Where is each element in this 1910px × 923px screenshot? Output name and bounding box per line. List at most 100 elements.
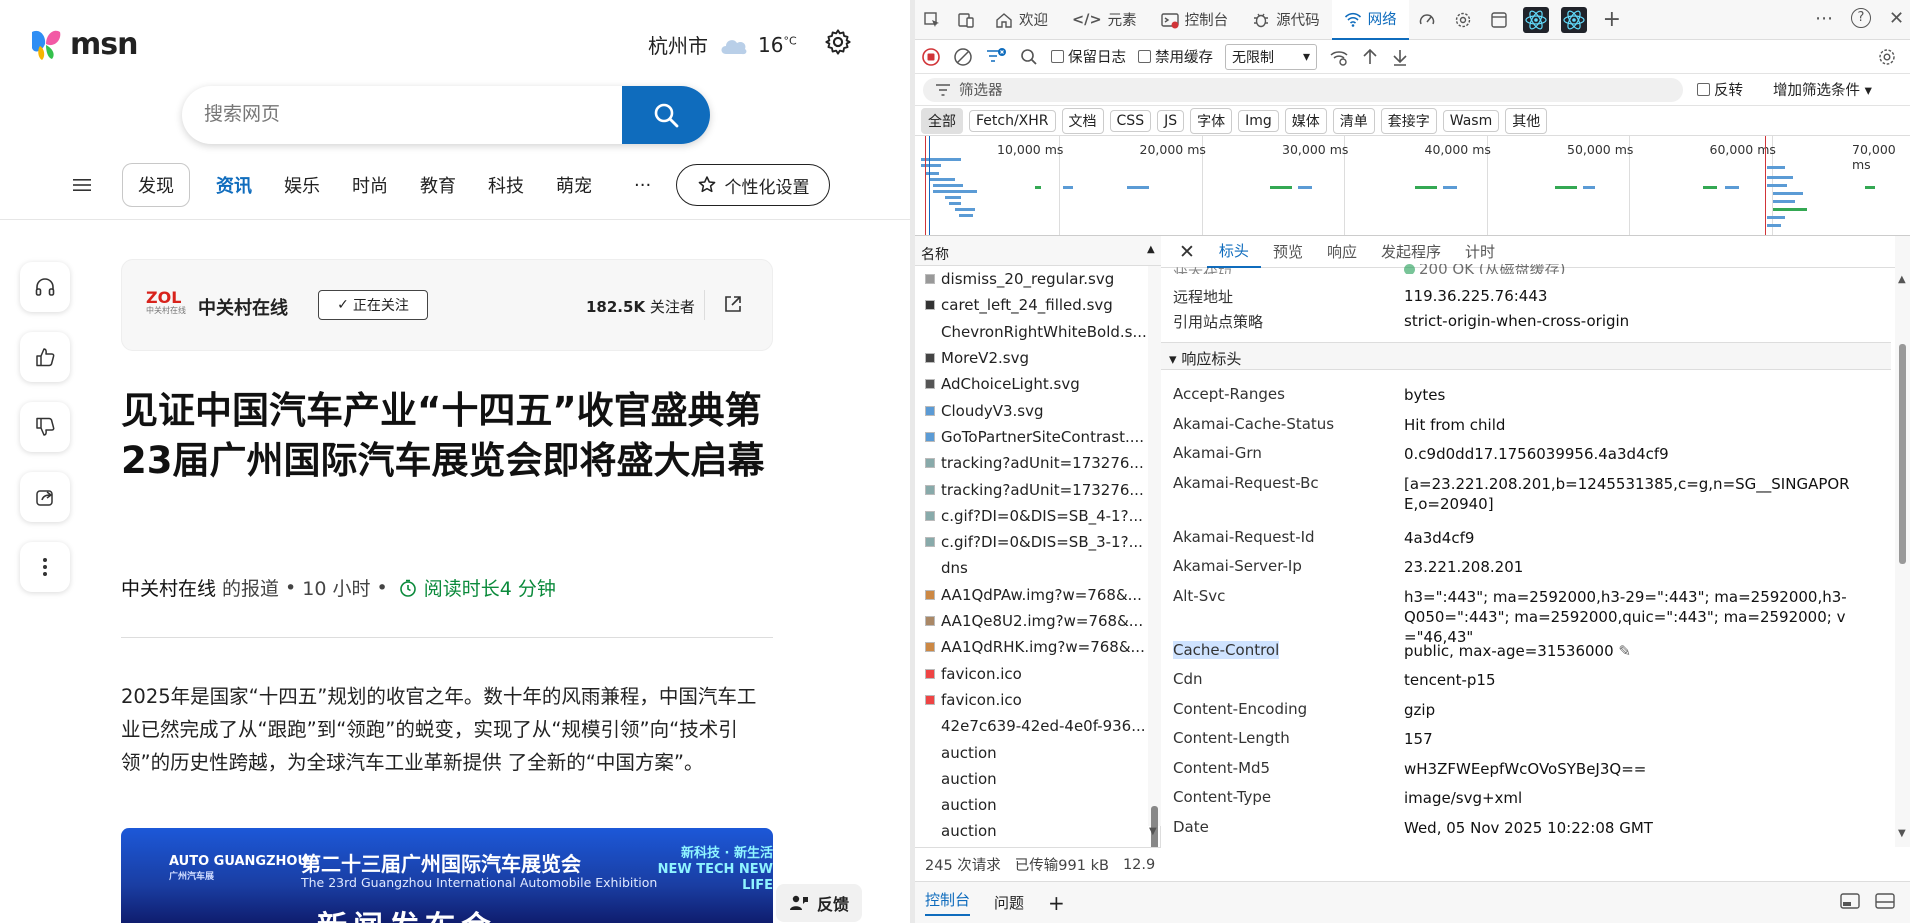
header-value[interactable]: tencent-p15 — [1404, 670, 1854, 690]
header-key[interactable]: Alt-Svc — [1173, 587, 1404, 647]
type-filter-manifest[interactable]: 清单 — [1332, 107, 1375, 134]
nav-item-pets[interactable]: 萌宠 — [556, 172, 592, 198]
settings-gear-icon[interactable] — [824, 28, 852, 56]
nav-discover[interactable]: 发现 — [122, 163, 190, 207]
detail-tab-response[interactable]: 响应 — [1315, 236, 1369, 268]
more-tools-icon[interactable]: ⋯ — [1815, 8, 1833, 29]
tab-react-profiler[interactable] — [1555, 0, 1593, 40]
search-button[interactable] — [622, 86, 710, 144]
weather-widget[interactable]: 杭州市 16°C — [648, 30, 797, 59]
request-row[interactable]: favicon.ico — [915, 687, 1147, 713]
scroll-down-icon[interactable]: ▼ — [1149, 826, 1157, 837]
throttling-select[interactable]: 无限制 ▾ — [1225, 43, 1317, 70]
nav-more-button[interactable]: ··· — [634, 175, 651, 196]
header-key[interactable]: Content-Type — [1173, 788, 1404, 808]
record-stop-icon[interactable] — [921, 47, 941, 67]
dock-side-icon[interactable] — [1840, 892, 1860, 914]
header-value[interactable]: public, max-age=31536000 ✎ — [1404, 641, 1854, 661]
filter-input[interactable]: 筛选器 — [923, 77, 1683, 102]
header-key[interactable]: Cache-Control — [1173, 641, 1404, 661]
header-value[interactable]: image/svg+xml — [1404, 788, 1854, 808]
header-value[interactable]: gzip — [1404, 700, 1854, 720]
header-key[interactable]: Content-Encoding — [1173, 700, 1404, 720]
drawer-add-tab-button[interactable]: + — [1048, 891, 1065, 915]
device-emulation-button[interactable] — [949, 0, 983, 40]
open-external-icon[interactable] — [722, 293, 744, 315]
like-button[interactable] — [20, 332, 70, 382]
tab-application[interactable] — [1481, 0, 1517, 40]
header-key[interactable]: Content-Length — [1173, 729, 1404, 749]
share-button[interactable] — [20, 472, 70, 522]
header-value[interactable]: Wed, 05 Nov 2025 10:22:08 GMT — [1404, 818, 1854, 838]
request-row[interactable]: caret_left_24_filled.svg — [915, 292, 1147, 318]
disable-cache-checkbox[interactable]: 禁用缓存 — [1138, 46, 1213, 67]
request-row[interactable]: MoreV2.svg — [915, 345, 1147, 371]
network-conditions-icon[interactable] — [1329, 47, 1349, 67]
header-value[interactable]: 0.c9d0dd17.1756039956.4a3d4cf9 — [1404, 444, 1854, 464]
request-row[interactable]: tracking?adUnit=173276... — [915, 450, 1147, 476]
header-value[interactable]: wH3ZFWEepfWcOVoSYBeJ3Q== — [1404, 759, 1854, 779]
header-key[interactable]: Content-Md5 — [1173, 759, 1404, 779]
nav-item-entertainment[interactable]: 娱乐 — [284, 172, 320, 198]
hamburger-menu-icon[interactable] — [70, 177, 94, 193]
request-row[interactable]: auction — [915, 739, 1147, 765]
drawer-tab-issues[interactable]: 问题 — [994, 892, 1024, 913]
inspect-element-button[interactable] — [915, 0, 949, 40]
import-har-icon[interactable] — [1361, 47, 1379, 67]
dislike-button[interactable] — [20, 402, 70, 452]
header-value[interactable]: bytes — [1404, 385, 1854, 405]
detail-scrollbar[interactable]: ▲ ▼ — [1895, 236, 1910, 847]
type-filter-media[interactable]: 媒体 — [1284, 107, 1327, 134]
request-row[interactable]: AdChoiceLight.svg — [915, 371, 1147, 397]
scrollbar-thumb[interactable] — [1899, 344, 1906, 564]
tab-elements[interactable]: </> 元素 — [1060, 0, 1149, 40]
request-row[interactable]: dismiss_20_regular.svg — [915, 266, 1147, 292]
request-row[interactable]: dns — [915, 555, 1147, 581]
feedback-button[interactable]: 反馈 — [776, 884, 862, 922]
nav-item-fashion[interactable]: 时尚 — [352, 172, 388, 198]
filter-blocked-icon[interactable] — [985, 47, 1007, 67]
detail-tab-initiator[interactable]: 发起程序 — [1369, 236, 1453, 268]
header-key[interactable]: Cdn — [1173, 670, 1404, 690]
request-row[interactable]: AA1Qe8U2.img?w=768&... — [915, 608, 1147, 634]
request-row[interactable]: auction — [915, 818, 1147, 844]
type-filter-img[interactable]: Img — [1238, 109, 1279, 132]
more-options-button[interactable] — [20, 542, 70, 592]
request-row[interactable]: auction — [915, 792, 1147, 818]
request-row[interactable]: AA1QdRHK.img?w=768&... — [915, 634, 1147, 660]
zol-logo[interactable]: ZOL 中关村在线 — [146, 290, 190, 320]
header-value[interactable]: 157 — [1404, 729, 1854, 749]
tab-react-components[interactable] — [1517, 0, 1555, 40]
request-row[interactable]: c.gif?DI=0&DIS=SB_3-1?... — [915, 529, 1147, 555]
header-key[interactable]: Akamai-Request-Id — [1173, 528, 1404, 548]
header-value[interactable]: h3=":443"; ma=2592000,h3-29=":443"; ma=2… — [1404, 587, 1854, 647]
nav-item-tech[interactable]: 科技 — [488, 172, 524, 198]
more-filters-button[interactable]: 增加筛选条件 ▾ — [1773, 79, 1872, 100]
header-key[interactable]: Akamai-Request-Bc — [1173, 474, 1404, 514]
type-filter-wasm[interactable]: Wasm — [1442, 109, 1500, 132]
request-row[interactable]: tracking?adUnit=173276... — [915, 476, 1147, 502]
detail-tab-preview[interactable]: 预览 — [1261, 236, 1315, 268]
close-devtools-icon[interactable]: ✕ — [1889, 8, 1904, 29]
scroll-down-icon[interactable]: ▼ — [1898, 828, 1906, 839]
detail-tab-timing[interactable]: 计时 — [1453, 236, 1507, 268]
type-filter-css[interactable]: CSS — [1109, 109, 1152, 132]
response-headers-section[interactable]: ▾ 响应标头 — [1161, 342, 1891, 370]
drawer-tab-console[interactable]: 控制台 — [925, 889, 971, 916]
header-value[interactable]: 4a3d4cf9 — [1404, 528, 1854, 548]
add-tab-button[interactable]: + — [1593, 0, 1631, 40]
name-column-header[interactable]: 名称 ▲ — [915, 236, 1161, 266]
search-input[interactable] — [204, 86, 584, 144]
listen-button[interactable] — [20, 262, 70, 312]
type-filter-socket[interactable]: 套接字 — [1380, 107, 1437, 134]
type-filter-fetch[interactable]: Fetch/XHR — [969, 109, 1056, 132]
header-key[interactable]: Akamai-Server-Ip — [1173, 557, 1404, 577]
edit-pencil-icon[interactable]: ✎ — [1614, 642, 1631, 660]
request-row[interactable]: GoToPartnerSiteContrast.... — [915, 424, 1147, 450]
request-row[interactable]: auction — [915, 766, 1147, 792]
type-filter-js[interactable]: JS — [1157, 109, 1185, 132]
clear-log-icon[interactable] — [953, 47, 973, 67]
type-filter-other[interactable]: 其他 — [1505, 107, 1548, 134]
nav-item-education[interactable]: 教育 — [420, 172, 456, 198]
detail-tab-headers[interactable]: 标头 — [1206, 236, 1261, 268]
